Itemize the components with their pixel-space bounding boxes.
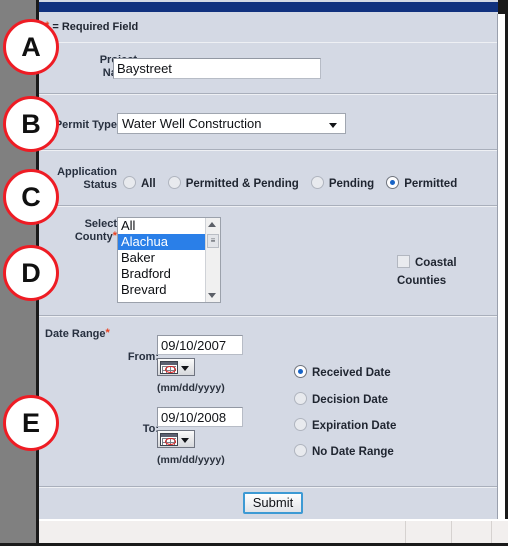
- date-range-label-text: Date Range: [45, 328, 106, 340]
- date-from-picker-button[interactable]: [157, 358, 195, 376]
- application-status-label-line1: Application: [57, 166, 117, 178]
- section-top-highlight: [39, 42, 497, 43]
- date-to-label: To:: [142, 423, 159, 435]
- callout-badge-c: C: [3, 169, 59, 225]
- screenshot-root: * = Required Field Project Name* Baystre…: [0, 0, 508, 546]
- calendar-icon-header: [161, 434, 177, 437]
- select-county-label-line2: County: [74, 231, 113, 243]
- select-county-label: Select County*: [45, 218, 117, 244]
- permit-type-value: Water Well Construction: [122, 116, 262, 131]
- radio-option-permitted[interactable]: Permitted: [386, 174, 469, 191]
- radio-option-pending[interactable]: Pending: [310, 174, 386, 191]
- application-status-section: Application Status All Permitted & Pendin…: [39, 150, 497, 206]
- application-status-radio-group: All Permitted & Pending Pending Permitted: [123, 174, 469, 192]
- radio-label-decision-date: Decision Date: [312, 394, 389, 406]
- county-listbox-scrollbar[interactable]: ≡: [205, 218, 220, 302]
- scroll-down-arrow-icon[interactable]: [208, 293, 216, 298]
- date-to-input[interactable]: 09/10/2008: [157, 407, 243, 427]
- date-type-option-decision[interactable]: Decision Date: [294, 390, 400, 408]
- radio-label-no-date-range: No Date Range: [312, 446, 394, 458]
- radio-label-received-date: Received Date: [312, 367, 391, 379]
- coastal-counties-checkbox-row[interactable]: Coastal Counties: [397, 253, 497, 289]
- radio-icon-all[interactable]: [123, 176, 136, 189]
- chevron-down-icon: [329, 123, 337, 128]
- date-type-option-expiration[interactable]: Expiration Date: [294, 416, 408, 434]
- submit-button[interactable]: Submit: [243, 492, 303, 514]
- required-field-note: * = Required Field: [45, 21, 139, 34]
- date-range-required-asterisk: *: [105, 327, 110, 339]
- date-from-input[interactable]: 09/10/2007: [157, 335, 243, 355]
- scrollbar-thumb[interactable]: ≡: [207, 234, 219, 248]
- calendar-icon-highlight: [165, 366, 176, 373]
- date-to-format-hint: (mm/dd/yyyy): [157, 454, 225, 466]
- radio-option-permitted-pending[interactable]: Permitted & Pending: [167, 174, 311, 191]
- chevron-down-icon: [181, 366, 189, 371]
- calendar-icon-highlight: [165, 438, 176, 445]
- required-field-section: * = Required Field: [39, 14, 497, 42]
- window-titlebar: [39, 2, 498, 12]
- scroll-up-arrow-icon[interactable]: [208, 222, 216, 227]
- select-county-label-line1: Select: [84, 218, 117, 230]
- status-footer: [39, 519, 508, 546]
- section-top-highlight: [39, 487, 497, 488]
- permit-search-form: * = Required Field Project Name* Baystre…: [39, 0, 508, 546]
- callout-badge-d: D: [3, 245, 59, 301]
- section-top-highlight: [39, 150, 497, 151]
- required-field-label: = Required Field: [52, 21, 139, 33]
- radio-label-permitted-pending: Permitted & Pending: [185, 178, 299, 190]
- chevron-down-icon: [181, 438, 189, 443]
- submit-section: Submit: [39, 487, 497, 519]
- radio-label-all: All: [141, 178, 156, 190]
- panel-right-border: [497, 14, 498, 519]
- section-top-highlight: [39, 206, 497, 207]
- application-status-label-line2: Status: [83, 179, 117, 191]
- callout-badge-a: A: [3, 19, 59, 75]
- radio-icon-no-date-range[interactable]: [294, 444, 307, 457]
- checkbox-icon-coastal-counties[interactable]: [397, 255, 410, 268]
- callout-badge-b: B: [3, 96, 59, 152]
- radio-icon-received-date[interactable]: [294, 365, 307, 378]
- radio-option-all[interactable]: All: [123, 174, 168, 191]
- calendar-icon: [160, 361, 178, 374]
- panel-right-fill: [498, 14, 505, 546]
- radio-icon-expiration-date[interactable]: [294, 418, 307, 431]
- radio-label-permitted: Permitted: [404, 178, 458, 190]
- radio-icon-permitted-pending[interactable]: [167, 176, 181, 189]
- radio-icon-pending[interactable]: [310, 176, 324, 189]
- select-county-section: Select County* All Alachua Baker Bradfor…: [39, 206, 497, 316]
- radio-label-expiration-date: Expiration Date: [312, 420, 397, 432]
- permit-type-select[interactable]: Water Well Construction: [117, 113, 346, 134]
- date-type-option-received[interactable]: Received Date: [294, 363, 403, 381]
- project-name-section: Project Name* Baystreet: [39, 42, 497, 94]
- section-top-highlight: [39, 316, 497, 317]
- radio-label-pending: Pending: [328, 178, 375, 190]
- date-range-label: Date Range*: [45, 328, 133, 341]
- project-name-input[interactable]: Baystreet: [113, 58, 321, 79]
- date-range-section: Date Range* From: 09/10/2007 (mm/dd/yyyy…: [39, 316, 497, 487]
- section-top-highlight: [39, 94, 497, 95]
- callout-badge-e: E: [3, 395, 59, 451]
- date-type-option-no-range[interactable]: No Date Range: [294, 442, 406, 460]
- date-to-picker-button[interactable]: [157, 430, 195, 448]
- calendar-icon-header: [161, 362, 177, 365]
- radio-icon-permitted[interactable]: [386, 176, 400, 189]
- date-from-label: From:: [127, 351, 159, 363]
- calendar-icon: [160, 433, 178, 446]
- radio-icon-decision-date[interactable]: [294, 392, 307, 405]
- permit-type-section: Permit Type Water Well Construction: [39, 94, 497, 150]
- date-from-format-hint: (mm/dd/yyyy): [157, 382, 225, 394]
- county-listbox[interactable]: All Alachua Baker Bradford Brevard ≡: [117, 217, 221, 303]
